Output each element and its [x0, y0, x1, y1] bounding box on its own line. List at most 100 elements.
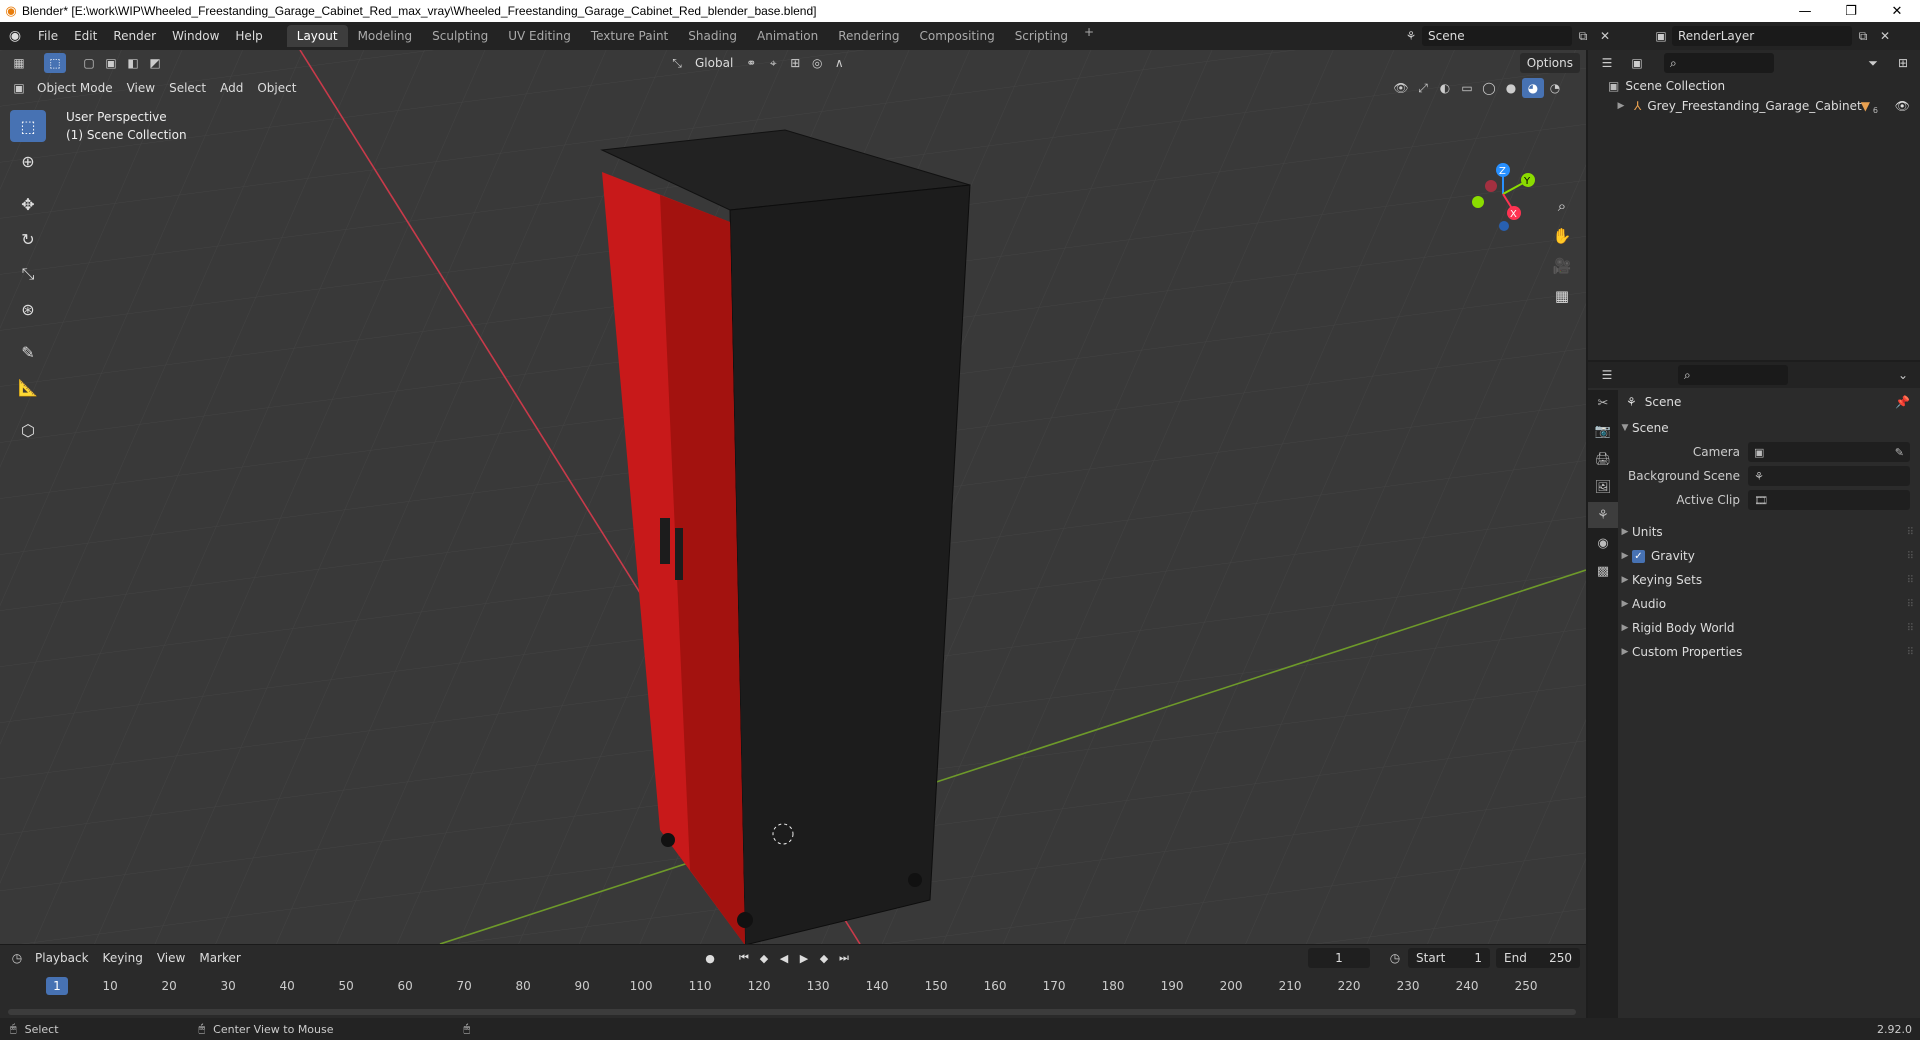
rigid-body-world-panel[interactable]: ▶ Rigid Body World ⠿ [1618, 616, 1920, 640]
close-button[interactable]: ✕ [1874, 0, 1920, 22]
play-reverse-icon[interactable]: ◀ [774, 948, 794, 968]
snap-target-icon[interactable]: ⊞ [784, 53, 806, 73]
custom-properties-panel[interactable]: ▶ Custom Properties ⠿ [1618, 640, 1920, 664]
overlay-toggle-icon[interactable]: ◐ [1434, 78, 1456, 98]
tab-animation[interactable]: Animation [747, 25, 828, 47]
filter-icon[interactable]: ⏷ [1862, 53, 1884, 73]
camera-view-icon[interactable]: 🎥 [1548, 252, 1576, 280]
menu-window[interactable]: Window [164, 22, 227, 50]
proportional-edit-icon[interactable]: ◎ [806, 53, 828, 73]
texture-tab-icon[interactable]: ▩ [1588, 558, 1618, 584]
menu-help[interactable]: Help [227, 22, 270, 50]
camera-field[interactable]: ▣ ✎ [1748, 442, 1910, 462]
wireframe-shading-icon[interactable]: ◯ [1478, 78, 1500, 98]
next-keyframe-icon[interactable]: ◆ [814, 948, 834, 968]
falloff-icon[interactable]: ∧ [828, 53, 850, 73]
audio-panel[interactable]: ▶ Audio ⠿ [1618, 592, 1920, 616]
render-layer-icon[interactable]: ▣ [1650, 26, 1672, 46]
blender-logo-icon[interactable]: ◉ [0, 28, 30, 44]
move-tool-icon[interactable]: ✥ [10, 188, 46, 220]
scene-name-field[interactable]: Scene [1422, 26, 1572, 46]
end-frame-field[interactable]: End 250 [1496, 948, 1580, 968]
tab-layout[interactable]: Layout [286, 25, 348, 47]
menu-marker[interactable]: Marker [192, 948, 247, 968]
select-tool-icon[interactable]: ⬚ [10, 110, 46, 142]
outliner-editor-icon[interactable]: ☰ [1596, 53, 1618, 73]
properties-editor-icon[interactable]: ☰ [1596, 365, 1618, 385]
properties-options-icon[interactable]: ⌄ [1892, 365, 1914, 385]
restore-button[interactable]: ❐ [1828, 0, 1874, 22]
select-invert-icon[interactable]: ◩ [144, 53, 166, 73]
select-extend-icon[interactable]: ▣ [100, 53, 122, 73]
remove-layer-icon[interactable]: ✕ [1874, 26, 1896, 46]
eye-visibility-icon[interactable]: 👁 [1895, 99, 1910, 113]
preview-range-icon[interactable]: ◷ [1384, 948, 1406, 968]
scene-icon[interactable]: ⚘ [1400, 26, 1422, 46]
units-panel[interactable]: ▶ Units ⠿ [1618, 520, 1920, 544]
current-frame-field[interactable]: 1 [1308, 948, 1370, 968]
menu-keying[interactable]: Keying [96, 948, 150, 968]
properties-search-input[interactable]: ⌕ [1678, 365, 1788, 385]
menu-edit[interactable]: Edit [66, 22, 105, 50]
pin-icon[interactable]: 📌 [1895, 395, 1910, 409]
menu-add[interactable]: Add [213, 78, 250, 98]
add-workspace-icon[interactable]: + [1078, 25, 1100, 47]
drag-handle-icon[interactable]: ⠿ [1907, 623, 1914, 634]
navigation-gizmo[interactable]: Z Y X [1441, 110, 1561, 260]
jump-end-icon[interactable]: ⏭ [834, 948, 854, 968]
minimize-button[interactable]: — [1782, 0, 1828, 22]
drag-handle-icon[interactable]: ⠿ [1907, 599, 1914, 610]
world-tab-icon[interactable]: ◉ [1588, 530, 1618, 556]
tab-sculpting[interactable]: Sculpting [422, 25, 498, 47]
scene-panel-header[interactable]: ▼ Scene [1618, 416, 1920, 440]
cursor-tool-icon[interactable]: ⊕ [10, 145, 46, 177]
rendered-shading-icon[interactable]: ◔ [1544, 78, 1566, 98]
jump-start-icon[interactable]: ⏮ [734, 948, 754, 968]
drag-handle-icon[interactable]: ⠿ [1907, 647, 1914, 658]
3d-viewport[interactable]: ▦ ⬚ ▢ ▣ ◧ ◩ ⤡ Global ⚭ ⌖ ⊞ ◎ ∧ Options ▣… [0, 50, 1586, 944]
output-tab-icon[interactable]: 🖨 [1588, 446, 1618, 472]
transform-orientation-select[interactable]: Global [688, 53, 740, 73]
annotate-tool-icon[interactable]: ✎ [10, 336, 46, 368]
outliner-scene-collection[interactable]: ▣ Scene Collection [1588, 76, 1920, 96]
scene-tab-icon[interactable]: ⚘ [1588, 502, 1618, 528]
active-clip-field[interactable]: 🎞 [1748, 490, 1910, 510]
transform-tool-icon[interactable]: ⊛ [10, 293, 46, 325]
eyedropper-icon[interactable]: ✎ [1895, 446, 1904, 459]
visibility-icon[interactable]: 👁 [1390, 78, 1412, 98]
menu-file[interactable]: File [30, 22, 66, 50]
menu-render[interactable]: Render [105, 22, 164, 50]
copy-scene-icon[interactable]: ⧉ [1572, 26, 1594, 46]
tab-texture-paint[interactable]: Texture Paint [581, 25, 678, 47]
outliner-item[interactable]: ▶ ⅄ Grey_Freestanding_Garage_Cabinet ▼ 6… [1588, 96, 1920, 116]
tab-modeling[interactable]: Modeling [348, 25, 423, 47]
object-mode-select[interactable]: Object Mode [30, 78, 120, 98]
drag-handle-icon[interactable]: ⠿ [1907, 551, 1914, 562]
remove-scene-icon[interactable]: ✕ [1594, 26, 1616, 46]
timeline-ruler[interactable]: 1 10 20 30 40 50 60 70 80 90 100 110 120 130 140 150 16… [0, 973, 1586, 1003]
orientation-icon[interactable]: ⤡ [666, 53, 688, 73]
select-box-icon[interactable]: ⬚ [44, 53, 66, 73]
gravity-checkbox[interactable]: ✓ [1632, 549, 1645, 563]
render-tab-icon[interactable]: 📷 [1588, 418, 1618, 444]
tab-scripting[interactable]: Scripting [1005, 25, 1078, 47]
new-collection-icon[interactable]: ⊞ [1892, 53, 1914, 73]
material-shading-icon[interactable]: ◕ [1522, 78, 1544, 98]
start-frame-field[interactable]: Start 1 [1408, 948, 1490, 968]
keying-sets-panel[interactable]: ▶ Keying Sets ⠿ [1618, 568, 1920, 592]
select-new-icon[interactable]: ▢ [78, 53, 100, 73]
solid-shading-icon[interactable]: ● [1500, 78, 1522, 98]
menu-view[interactable]: View [120, 78, 162, 98]
options-button[interactable]: Options [1519, 53, 1580, 73]
display-mode-icon[interactable]: ▣ [1626, 53, 1648, 73]
view-layer-tab-icon[interactable]: 🖼 [1588, 474, 1618, 500]
gravity-panel[interactable]: ▶ ✓ Gravity ⠿ [1618, 544, 1920, 568]
select-subtract-icon[interactable]: ◧ [122, 53, 144, 73]
scale-tool-icon[interactable]: ⤡ [10, 258, 46, 290]
pan-hand-icon[interactable]: ✋ [1548, 222, 1576, 250]
menu-select[interactable]: Select [162, 78, 213, 98]
menu-object[interactable]: Object [250, 78, 303, 98]
menu-playback[interactable]: Playback [28, 948, 96, 968]
snap-icon[interactable]: ⌖ [762, 53, 784, 73]
rotate-tool-icon[interactable]: ↻ [10, 223, 46, 255]
